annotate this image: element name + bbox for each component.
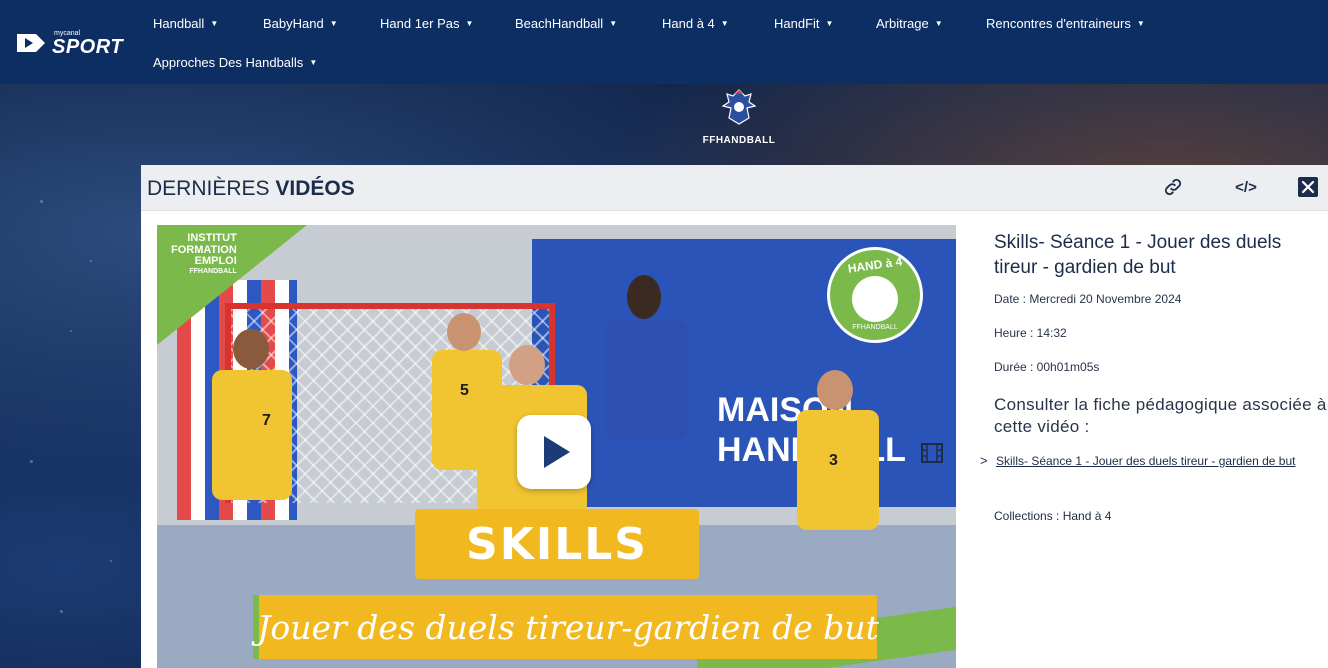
ffhandball-wordmark: FFHANDBALL (702, 135, 776, 146)
close-modal-button[interactable] (1294, 173, 1322, 201)
mycanal-sport-logo[interactable]: mycanal SPORT (16, 26, 126, 60)
nav-item-arbitrage[interactable]: Arbitrage ▼ (876, 16, 986, 31)
chevron-down-icon: ▼ (329, 19, 338, 28)
fiche-link-row: > Skills- Séance 1 - Jouer des duels tir… (980, 453, 1328, 469)
title-bold: VIDÉOS (275, 177, 355, 200)
player-figure: 3 (797, 410, 879, 530)
skills-title-text: SKILLS (466, 518, 648, 570)
play-icon (544, 436, 570, 468)
top-navigation: mycanal SPORT Handball ▼ BabyHand ▼ Hand 1… (0, 0, 1328, 84)
nav-item-rencontres-entraineurs[interactable]: Rencontres d'entraineurs ▼ (986, 16, 1145, 31)
rooster-emblem-icon (721, 89, 757, 125)
badge-bottom-text: FFHANDBALL (852, 324, 898, 331)
video-thumbnail[interactable]: INSTITUT FORMATION EMPLOI FFHANDBALL HAN… (157, 225, 956, 668)
institut-line: INSTITUT (187, 232, 237, 244)
video-date: Date : Mercredi 20 Novembre 2024 (994, 292, 1182, 307)
nav-item-approches-des-handballs[interactable]: Approches Des Handballs ▼ (153, 55, 317, 70)
nav-label: HandFit (774, 16, 820, 31)
nav-row-2: Approches Des Handballs ▼ (153, 55, 317, 70)
player-head (817, 370, 853, 410)
film-strip-icon[interactable] (921, 443, 943, 463)
nav-label: Handball (153, 16, 205, 31)
player-figure: 7 (212, 370, 292, 500)
chevron-down-icon: ▼ (720, 19, 729, 28)
player-head (233, 329, 269, 369)
fiche-pedagogique-link[interactable]: Skills- Séance 1 - Jouer des duels tireu… (996, 453, 1296, 469)
nav-row-1: Handball ▼ BabyHand ▼ Hand 1er Pas ▼ BeachH… (153, 16, 1145, 31)
link-icon (1164, 178, 1182, 196)
nav-label: Rencontres d'entraineurs (986, 16, 1131, 31)
institut-line: FORMATION (171, 243, 237, 256)
player-head (447, 313, 481, 351)
nav-item-handfit[interactable]: HandFit ▼ (774, 16, 876, 31)
nav-label: BeachHandball (515, 16, 604, 31)
institut-formation-emploi-logo: INSTITUT FORMATION EMPLOI FFHANDBALL (171, 232, 237, 275)
institut-line: EMPLOI (194, 255, 237, 268)
ffhandball-logo: FFHANDBALL (694, 88, 784, 148)
embed-code-button[interactable]: </> (1232, 173, 1260, 201)
video-title: Skills- Séance 1 - Jouer des duels tireu… (994, 232, 1282, 278)
logo-big-text: SPORT (52, 35, 124, 58)
chevron-down-icon: ▼ (934, 19, 943, 28)
code-icon: </> (1235, 178, 1257, 196)
video-collections: Collections : Hand à 4 (994, 508, 1112, 523)
player-number: 3 (829, 452, 838, 469)
nav-item-hand-a-4[interactable]: Hand à 4 ▼ (662, 16, 774, 31)
chevron-down-icon: ▼ (465, 19, 474, 28)
video-info-panel: Skills- Séance 1 - Jouer des duels tireu… (980, 231, 1328, 523)
nav-label: Approches Des Handballs (153, 55, 304, 70)
chevron-down-icon: ▼ (1136, 19, 1145, 28)
video-subtitle-band: Jouer des duels tireur-gardien de but (253, 595, 879, 659)
consult-fiche-text: Consulter la fiche pédagogique associée … (994, 395, 1327, 437)
video-subtitle-text: Jouer des duels tireur-gardien de but (257, 607, 879, 647)
nav-label: Arbitrage (876, 16, 929, 31)
hand-a-4-badge: HAND à 4 FFHANDBALL (827, 247, 923, 343)
nav-label: Hand 1er Pas (380, 16, 460, 31)
chevron-right-icon: > (980, 452, 988, 468)
play-logo-icon (17, 34, 45, 52)
jumping-player-figure (605, 320, 687, 440)
copy-link-button[interactable] (1159, 173, 1187, 201)
player-number: 5 (460, 382, 469, 399)
video-duration: Durée : 00h01m05s (994, 360, 1100, 375)
nav-item-babyhand[interactable]: BabyHand ▼ (263, 16, 380, 31)
nav-item-beachhandball[interactable]: BeachHandball ▼ (515, 16, 662, 31)
modal-header: DERNIÈRES VIDÉOS </> (141, 165, 1328, 211)
video-time: Heure : 14:32 (994, 326, 1067, 341)
chevron-down-icon: ▼ (210, 19, 219, 28)
player-head (627, 275, 661, 319)
latest-videos-modal: DERNIÈRES VIDÉOS </> INSTITUT FORMATION … (141, 165, 1328, 668)
chevron-down-icon: ▼ (825, 19, 834, 28)
skills-title-box: SKILLS (415, 509, 699, 579)
nav-label: Hand à 4 (662, 16, 715, 31)
institut-brand: FFHANDBALL (189, 267, 237, 275)
play-button[interactable] (517, 415, 591, 489)
rooster-emblem-icon (852, 276, 898, 322)
nav-item-handball[interactable]: Handball ▼ (153, 16, 263, 31)
title-light: DERNIÈRES (147, 177, 276, 200)
player-number: 7 (262, 412, 271, 429)
chevron-down-icon: ▼ (609, 19, 618, 28)
nav-item-hand-1er-pas[interactable]: Hand 1er Pas ▼ (380, 16, 515, 31)
close-icon (1298, 177, 1318, 197)
nav-label: BabyHand (263, 16, 324, 31)
player-head (509, 345, 545, 385)
chevron-down-icon: ▼ (309, 58, 318, 67)
modal-title: DERNIÈRES VIDÉOS (147, 177, 355, 201)
